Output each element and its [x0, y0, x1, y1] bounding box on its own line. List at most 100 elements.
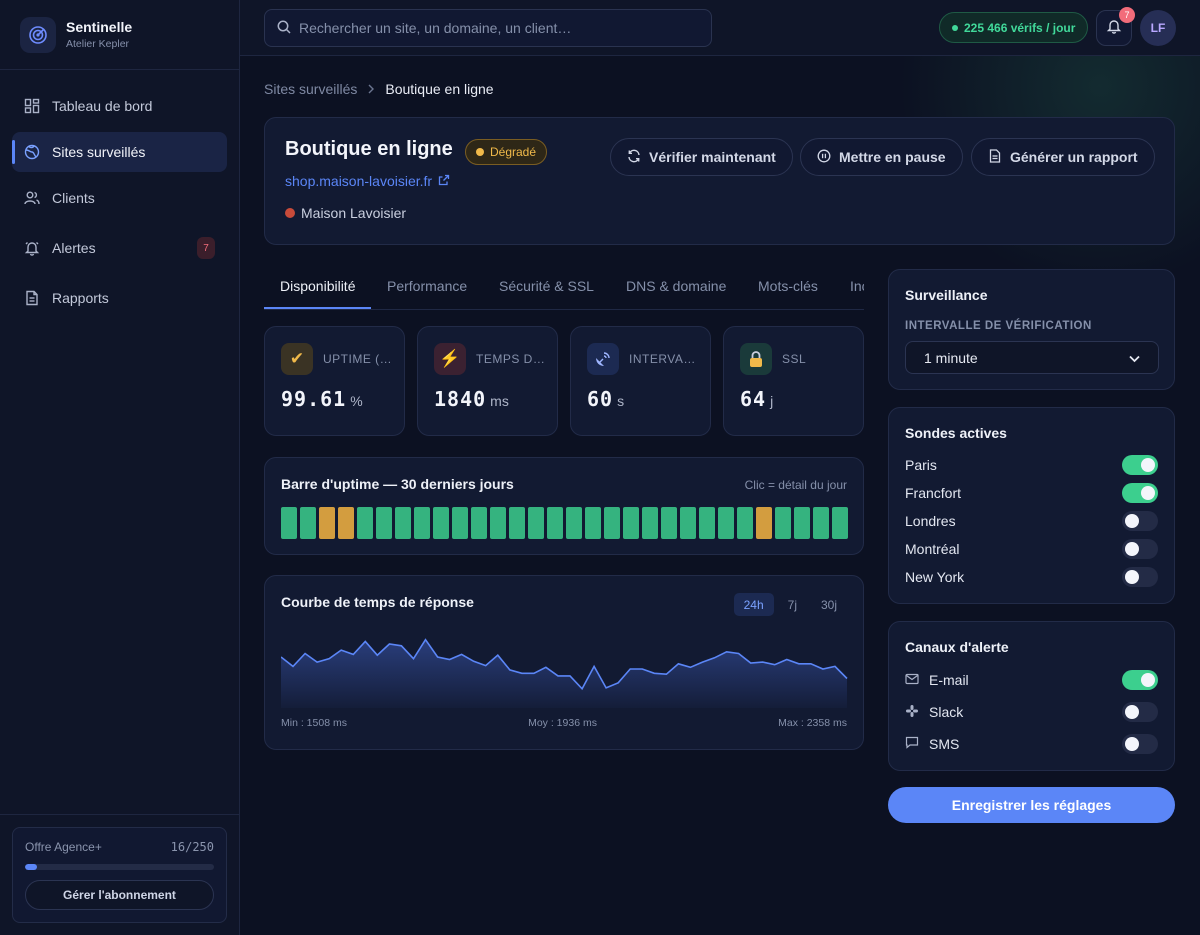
bell-icon [1106, 18, 1122, 39]
breadcrumb-parent-link[interactable]: Sites surveillés [264, 81, 357, 97]
main-content: Sites surveillés Boutique en ligne Bouti… [240, 56, 1200, 935]
checks-per-day-label: 225 466 vérifs / jour [964, 20, 1076, 35]
probe-label: Londres [905, 513, 956, 529]
brand-name: Sentinelle [66, 19, 133, 35]
search-input[interactable]: Rechercher un site, un domaine, un clien… [264, 9, 712, 47]
tab-incidents[interactable]: Incidents [850, 278, 864, 294]
check-now-button[interactable]: Vérifier maintenant [610, 138, 793, 176]
uptime-day-bar[interactable] [775, 507, 791, 539]
alert-toggle-sms[interactable] [1122, 734, 1158, 754]
tab-keywords[interactable]: Mots-clés [758, 278, 818, 294]
uptime-day-bar[interactable] [281, 507, 297, 539]
tab-dns-domain[interactable]: DNS & domaine [626, 278, 726, 294]
uptime-day-bar[interactable] [813, 507, 829, 539]
search-placeholder: Rechercher un site, un domaine, un clien… [299, 20, 572, 36]
generate-report-button[interactable]: Générer un rapport [971, 138, 1155, 176]
uptime-bar-title: Barre d'uptime — 30 derniers jours [281, 476, 514, 492]
kpi-value: 1840 ms [434, 387, 509, 411]
probe-label: Paris [905, 457, 937, 473]
uptime-bars [281, 507, 848, 539]
uptime-day-bar[interactable] [452, 507, 468, 539]
probe-toggle-frankfurt[interactable] [1122, 483, 1158, 503]
uptime-day-bar[interactable] [433, 507, 449, 539]
pause-label: Mettre en pause [839, 149, 946, 165]
range-tabs: 24h 7j 30j [733, 593, 847, 616]
uptime-day-bar[interactable] [376, 507, 392, 539]
brand-subtitle: Atelier Kepler [66, 38, 130, 50]
uptime-day-bar[interactable] [471, 507, 487, 539]
kpi-label: SSL [782, 352, 807, 366]
uptime-day-bar[interactable] [547, 507, 563, 539]
uptime-day-bar[interactable] [623, 507, 639, 539]
uptime-day-bar[interactable] [661, 507, 677, 539]
kpi-number: 99.61 [281, 387, 347, 411]
uptime-day-bar[interactable] [718, 507, 734, 539]
probe-toggle-new-york[interactable] [1122, 567, 1158, 587]
dashboard-icon [24, 98, 40, 114]
uptime-day-bar[interactable] [490, 507, 506, 539]
uptime-day-bar[interactable] [604, 507, 620, 539]
range-tab-7d[interactable]: 7j [778, 593, 807, 616]
sidebar-nav: Tableau de bord Sites surveillés Clients… [0, 70, 239, 340]
probes-title: Sondes actives [905, 425, 1007, 441]
client-label[interactable]: Maison Lavoisier [285, 205, 406, 221]
save-settings-button[interactable]: Enregistrer les réglages [888, 787, 1175, 823]
sidebar-item-alerts[interactable]: Alertes 7 [12, 228, 227, 268]
site-header-card: Boutique en ligne Dégradé shop.maison-la… [264, 117, 1175, 245]
kpi-unit: j [770, 393, 774, 409]
uptime-day-bar[interactable] [794, 507, 810, 539]
tab-performance[interactable]: Performance [387, 278, 467, 294]
uptime-day-bar[interactable] [319, 507, 335, 539]
uptime-day-bar[interactable] [300, 507, 316, 539]
min-response-label: Min : 1508 ms [281, 717, 347, 729]
manage-subscription-button[interactable]: Gérer l'abonnement [25, 880, 214, 910]
probe-label: New York [905, 569, 965, 585]
uptime-day-bar[interactable] [737, 507, 753, 539]
pause-button[interactable]: Mettre en pause [800, 138, 963, 176]
radar-logo-icon [20, 16, 56, 53]
tab-availability[interactable]: Disponibilité [280, 278, 355, 294]
uptime-bar-card: Barre d'uptime — 30 derniers jours Clic … [264, 457, 864, 555]
probe-toggle-london[interactable] [1122, 511, 1158, 531]
surveillance-card: Surveillance INTERVALLE DE VÉRIFICATION … [888, 269, 1175, 390]
alert-channel-label: E-mail [929, 672, 969, 688]
client-color-dot-icon [285, 208, 295, 218]
sidebar-item-reports[interactable]: Rapports [12, 278, 227, 318]
alert-row-sms: SMS [905, 734, 1158, 754]
kpi-label: UPTIME (30 J) [323, 352, 395, 366]
site-url-link[interactable]: shop.maison-lavoisier.fr [285, 173, 450, 189]
uptime-day-bar[interactable] [680, 507, 696, 539]
uptime-day-bar[interactable] [699, 507, 715, 539]
range-tab-30d[interactable]: 30j [811, 593, 847, 616]
interval-select[interactable]: 1 minute [905, 341, 1159, 374]
topbar: Rechercher un site, un domaine, un clien… [240, 0, 1200, 56]
uptime-day-bar[interactable] [642, 507, 658, 539]
probe-toggle-paris[interactable] [1122, 455, 1158, 475]
uptime-day-bar[interactable] [528, 507, 544, 539]
uptime-day-bar[interactable] [832, 507, 848, 539]
probe-row-montreal: Montréal [905, 539, 1158, 559]
sidebar-item-sites[interactable]: Sites surveillés [12, 132, 227, 172]
uptime-day-bar[interactable] [357, 507, 373, 539]
notifications-count-badge: 7 [1119, 7, 1135, 23]
notifications-button[interactable]: 7 [1096, 7, 1135, 46]
alert-toggle-slack[interactable] [1122, 702, 1158, 722]
alert-toggle-email[interactable] [1122, 670, 1158, 690]
uptime-day-bar[interactable] [395, 507, 411, 539]
uptime-day-bar[interactable] [756, 507, 772, 539]
response-area [281, 639, 847, 708]
uptime-day-bar[interactable] [414, 507, 430, 539]
tab-security-ssl[interactable]: Sécurité & SSL [499, 278, 594, 294]
user-avatar[interactable]: LF [1140, 10, 1176, 46]
plan-card: Offre Agence+ 16/250 Gérer l'abonnement [12, 827, 227, 923]
alert-channel-label: SMS [929, 736, 960, 752]
sidebar-item-dashboard[interactable]: Tableau de bord [12, 86, 227, 126]
uptime-day-bar[interactable] [566, 507, 582, 539]
uptime-day-bar[interactable] [338, 507, 354, 539]
uptime-day-bar[interactable] [585, 507, 601, 539]
active-tab-indicator [264, 307, 371, 309]
range-tab-24h[interactable]: 24h [733, 593, 774, 616]
sidebar-item-clients[interactable]: Clients [12, 178, 227, 218]
uptime-day-bar[interactable] [509, 507, 525, 539]
probe-toggle-montreal[interactable] [1122, 539, 1158, 559]
